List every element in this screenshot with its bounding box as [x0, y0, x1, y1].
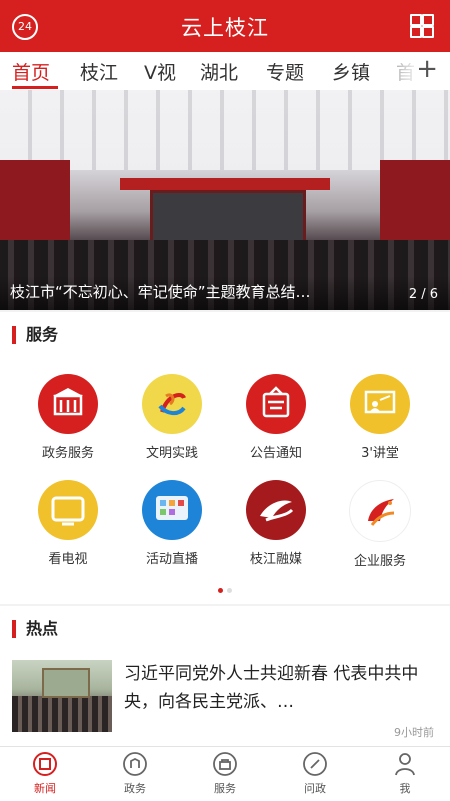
- banner-pager: 2 / 6: [408, 287, 438, 302]
- tv-icon: [38, 480, 98, 540]
- services-section: 服务 政务服务 文明实践 公告通知 3'讲堂 看电视 活动直播 枝江融媒 企业服…: [0, 312, 450, 604]
- service-label: 看电视: [48, 552, 88, 567]
- service-live[interactable]: 活动直播: [122, 480, 222, 567]
- bottom-navigation: 新闻 政务 服务 问政 我: [0, 746, 450, 801]
- service-label: 企业服务: [353, 554, 406, 569]
- tablet-live-icon: [142, 480, 202, 540]
- lecture-board-icon: [350, 374, 410, 434]
- nav-label: 政务: [124, 782, 146, 795]
- service-civilization[interactable]: 文明实践: [122, 374, 222, 461]
- list-item[interactable]: 习近平同党外人士共迎新春 代表中共中央，向各民主党派、… 9小时前: [12, 660, 438, 740]
- nav-inquiry[interactable]: 问政: [270, 751, 360, 796]
- tab-vshi[interactable]: V视: [144, 58, 176, 85]
- news-thumbnail: [12, 660, 112, 732]
- banner-image: [150, 190, 306, 246]
- compass-icon: [302, 751, 328, 777]
- nav-news[interactable]: 新闻: [0, 751, 90, 796]
- tab-active-indicator: [12, 86, 58, 89]
- service-label: 枝江融媒: [249, 552, 302, 567]
- hot-section: 热点 习近平同党外人士共迎新春 代表中共中央，向各民主党派、… 9小时前: [0, 606, 450, 746]
- news-time: 9小时前: [394, 726, 434, 739]
- service-label: 文明实践: [145, 446, 198, 461]
- nav-label: 新闻: [34, 782, 56, 795]
- services-title: 服务: [12, 326, 58, 344]
- hot-title: 热点: [12, 620, 58, 638]
- government-building-icon: [38, 374, 98, 434]
- services-page-dots: [0, 578, 450, 597]
- notice-board-icon: [246, 374, 306, 434]
- nav-label: 服务: [214, 782, 236, 795]
- service-government[interactable]: 政务服务: [18, 374, 118, 461]
- bag-icon: [212, 751, 238, 777]
- app-header: 24 云上枝江: [0, 0, 450, 52]
- tab-special[interactable]: 专题: [266, 58, 304, 85]
- add-channel-icon[interactable]: +: [416, 54, 438, 84]
- zhijiang-media-logo-icon: [246, 480, 306, 540]
- service-notice[interactable]: 公告通知: [226, 374, 326, 461]
- news-title: 习近平同党外人士共迎新春 代表中共中央，向各民主党派、…: [124, 664, 419, 712]
- service-label: 公告通知: [249, 446, 302, 461]
- civilization-logo-icon: [142, 374, 202, 434]
- grid-menu-icon[interactable]: [410, 14, 434, 38]
- nav-service[interactable]: 服务: [180, 751, 270, 796]
- nav-label: 问政: [304, 782, 326, 795]
- tab-zhijiang[interactable]: 枝江: [80, 58, 118, 85]
- service-tv[interactable]: 看电视: [18, 480, 118, 567]
- nav-label: 我: [399, 782, 411, 795]
- service-media[interactable]: 枝江融媒: [226, 480, 326, 567]
- banner-carousel[interactable]: 枝江市“不忘初心、牢记使命”主题教育总结… 2 / 6: [0, 90, 450, 310]
- banner-caption: 枝江市“不忘初心、牢记使命”主题教育总结…: [10, 283, 311, 301]
- tab-towns[interactable]: 乡镇: [332, 58, 370, 85]
- channel-tabs: 首页 枝江 V视 湖北 专题 乡镇 首 +: [0, 52, 450, 90]
- service-label: 3'讲堂: [361, 446, 399, 461]
- user-icon: [392, 751, 418, 777]
- nav-government[interactable]: 政务: [90, 751, 180, 796]
- service-label: 活动直播: [145, 552, 198, 567]
- phoenix-logo-icon: [349, 480, 411, 542]
- service-label: 政务服务: [41, 446, 94, 461]
- news-icon: [32, 751, 58, 777]
- government-icon: [122, 751, 148, 777]
- tab-hubei[interactable]: 湖北: [200, 58, 238, 85]
- nav-me[interactable]: 我: [360, 751, 450, 796]
- service-lecture[interactable]: 3'讲堂: [330, 374, 430, 461]
- service-enterprise[interactable]: 企业服务: [330, 480, 430, 569]
- app-title: 云上枝江: [181, 16, 269, 40]
- tab-home[interactable]: 首页: [12, 58, 50, 85]
